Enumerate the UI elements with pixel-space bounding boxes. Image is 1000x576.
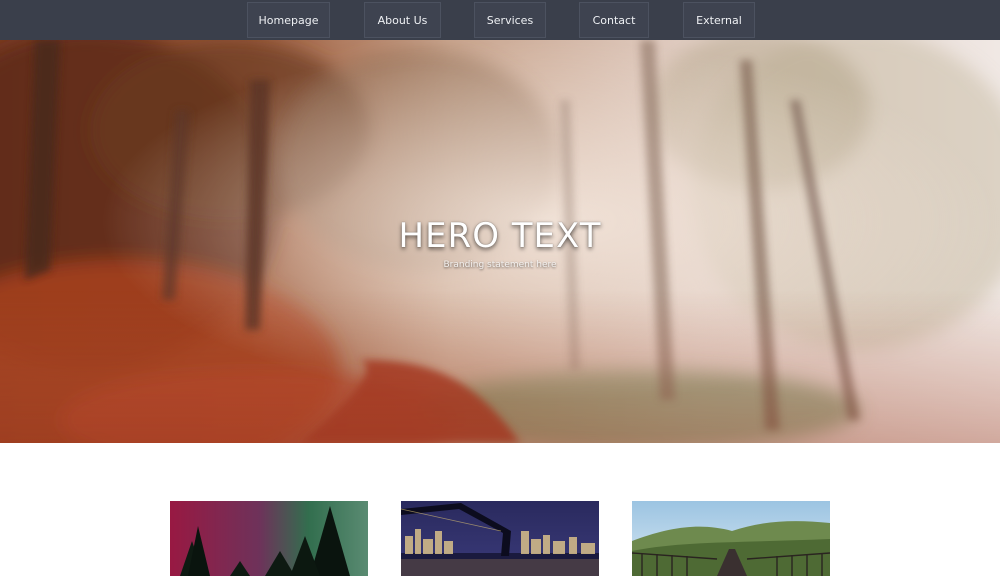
aurora-forest-image [170, 501, 368, 576]
city-bridge-image [401, 501, 599, 576]
nav-item-external[interactable]: External [683, 2, 755, 38]
nav-item-homepage[interactable]: Homepage [247, 2, 330, 38]
nav-item-label: External [696, 13, 742, 27]
hero-title: HERO TEXT [398, 216, 602, 256]
hero-subtitle: Branding statement here [443, 260, 557, 270]
nav-item-label: Services [486, 13, 534, 27]
nav-item-contact[interactable]: Contact [579, 2, 649, 38]
nav-item-services[interactable]: Services [474, 2, 546, 38]
card-image-3[interactable] [632, 501, 830, 576]
nav-item-about-us[interactable]: About Us [364, 2, 441, 38]
railway-bridge-image [632, 501, 830, 576]
nav-item-label: Contact [592, 13, 636, 27]
top-navigation-bar: Homepage About Us Services Contact Exter… [0, 0, 1000, 40]
nav-item-label: Homepage [258, 13, 319, 27]
hero-banner: HERO TEXT Branding statement here [0, 40, 1000, 443]
card-image-1[interactable] [170, 501, 368, 576]
card-image-2[interactable] [401, 501, 599, 576]
nav-item-label: About Us [377, 13, 428, 27]
